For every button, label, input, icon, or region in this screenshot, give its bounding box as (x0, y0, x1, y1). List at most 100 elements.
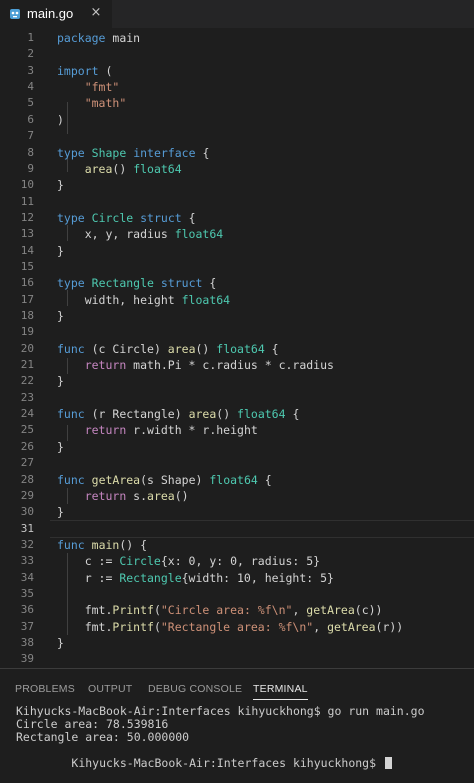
code-line[interactable]: 9 area() float64 (0, 161, 474, 177)
code-token: } (57, 374, 64, 389)
code-line[interactable]: 39 (0, 651, 474, 667)
code-line[interactable]: 35 (0, 586, 474, 602)
line-number: 6 (27, 112, 34, 126)
code-text: "math" (57, 95, 127, 111)
code-token: Circle (91, 210, 134, 225)
code-text: width, height float64 (57, 292, 230, 308)
code-token: getArea (91, 472, 141, 487)
code-line[interactable]: 17 width, height float64 (0, 292, 474, 308)
code-token: ( (98, 63, 113, 78)
code-line[interactable]: 19 (0, 324, 474, 340)
code-token: area (167, 341, 196, 356)
code-text: package main (57, 30, 140, 46)
code-line[interactable]: 26} (0, 439, 474, 455)
code-line[interactable]: 10} (0, 177, 474, 193)
code-line[interactable]: 38} (0, 635, 474, 651)
code-text: r := Rectangle{width: 10, height: 5} (57, 570, 334, 586)
code-token: c := (57, 554, 120, 569)
code-line[interactable]: 14} (0, 243, 474, 259)
code-line[interactable]: 13 x, y, radius float64 (0, 226, 474, 242)
code-token: getArea (327, 619, 376, 634)
code-line[interactable]: 7 (0, 128, 474, 144)
code-text: c := Circle{x: 0, y: 0, radius: 5} (57, 553, 320, 569)
code-line[interactable]: 27 (0, 455, 474, 471)
line-number: 18 (20, 309, 34, 322)
code-text: type Shape interface { (57, 145, 209, 161)
code-line[interactable]: 22} (0, 373, 474, 389)
line-number: 19 (20, 325, 34, 339)
code-token: func (57, 537, 85, 552)
code-line[interactable]: 21 return math.Pi * c.radius * c.radius (0, 357, 474, 373)
code-token: x, y, radius (57, 227, 175, 242)
code-token: getArea (306, 603, 355, 618)
code-token: { (195, 145, 210, 160)
panel-tab-problems[interactable]: PROBLEMS (15, 682, 75, 696)
line-number: 37 (20, 619, 34, 633)
line-number: 27 (20, 456, 34, 470)
code-line[interactable]: 30} (0, 504, 474, 520)
code-line[interactable]: 37 fmt.Printf("Rectangle area: %f\n", ge… (0, 619, 474, 635)
code-line[interactable]: 31 (0, 519, 474, 538)
code-token: } (57, 309, 64, 323)
code-token: } (57, 178, 64, 193)
code-line[interactable]: 4 "fmt" (0, 79, 474, 95)
code-line[interactable]: 29 return s.area() (0, 488, 474, 504)
code-token: (s Shape) (140, 472, 210, 487)
code-line[interactable]: 33 c := Circle{x: 0, y: 0, radius: 5} (0, 553, 474, 569)
line-number: 34 (20, 570, 34, 584)
code-token: type (57, 145, 85, 160)
code-text: return math.Pi * c.radius * c.radius (57, 357, 334, 373)
line-number: 13 (20, 227, 34, 241)
code-token: width, height (57, 292, 182, 307)
code-token: } (57, 243, 64, 258)
code-token: r.width * r.height (126, 423, 258, 438)
panel-tab-debug-console[interactable]: DEBUG CONSOLE (148, 682, 242, 696)
code-token: } (57, 439, 64, 454)
code-text: } (57, 308, 64, 324)
code-line[interactable]: 16 type Rectangle struct { (0, 275, 474, 291)
code-token: "math" (84, 96, 127, 111)
panel-tab-output[interactable]: OUTPUT (88, 682, 132, 696)
code-line[interactable]: 25 return r.width * r.height (0, 422, 474, 438)
code-line[interactable]: 8 type Shape interface { (0, 145, 474, 161)
code-line[interactable]: 11 (0, 194, 474, 210)
code-line[interactable]: 12 type Circle struct { (0, 210, 474, 226)
code-line[interactable]: 32 func main() { (0, 537, 474, 553)
editor-tab-main-go[interactable]: main.go × (0, 0, 112, 28)
panel-tab-terminal[interactable]: TERMINAL (253, 682, 308, 700)
code-line[interactable]: 28 func getArea(s Shape) float64 { (0, 472, 474, 488)
terminal-line: Rectangle area: 50.000000 (16, 730, 190, 744)
code-line[interactable]: 5 "math" (0, 95, 474, 111)
line-number: 9 (27, 161, 34, 175)
close-icon[interactable]: × (89, 5, 103, 21)
code-token: "fmt" (84, 80, 120, 95)
code-line[interactable]: 6) (0, 112, 474, 128)
code-token: area (84, 161, 113, 176)
code-token: fmt. (57, 619, 113, 634)
line-number: 3 (27, 63, 34, 77)
code-token: float64 (133, 161, 182, 176)
code-line[interactable]: 18} (0, 308, 474, 324)
editor-tab-bar: main.go × (0, 0, 474, 28)
code-line[interactable]: 34 r := Rectangle{width: 10, height: 5} (0, 570, 474, 586)
line-number: 7 (27, 129, 34, 143)
code-editor[interactable]: 1 package main 2 3 import (4 "fmt" 5 "math" 6)… (0, 28, 474, 668)
code-line[interactable]: 36 fmt.Printf("Circle area: %f\n", getAr… (0, 602, 474, 618)
code-line[interactable]: 24 func (r Rectangle) area() float64 { (0, 406, 474, 422)
code-token: {x: 0, y: 0, radius: 5} (160, 554, 321, 569)
code-token: r := (57, 570, 120, 585)
code-line[interactable]: 15 (0, 259, 474, 275)
code-line[interactable]: 23 (0, 390, 474, 406)
code-token: struct (160, 276, 203, 291)
line-number: 12 (20, 210, 34, 224)
code-line[interactable]: 1 package main (0, 30, 474, 46)
code-line[interactable]: 3 import ( (0, 63, 474, 79)
line-number: 8 (27, 145, 34, 159)
code-token: import (57, 63, 99, 78)
code-line[interactable]: 2 (0, 46, 474, 62)
code-token: s. (126, 488, 148, 503)
code-token: return (84, 423, 127, 438)
code-line[interactable]: 20 func (c Circle) area() float64 { (0, 341, 474, 357)
